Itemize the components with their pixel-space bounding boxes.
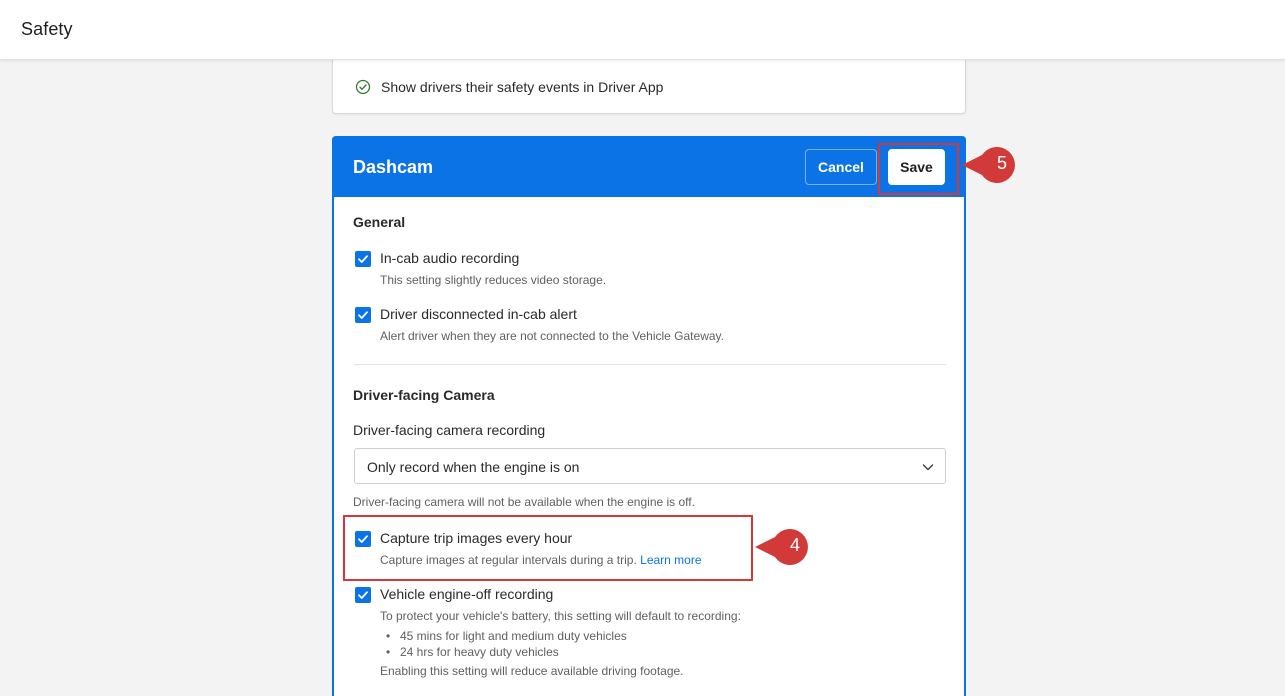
learn-more-link[interactable]: Learn more: [640, 553, 701, 567]
engine-off-footnote: Enabling this setting will reduce availa…: [380, 664, 684, 678]
step-4-number: 4: [789, 535, 800, 555]
engine-off-bullet-list: 45 mins for light and medium duty vehicl…: [380, 628, 627, 660]
step-5-number: 5: [996, 153, 1007, 173]
step-5-marker: 5: [962, 147, 1022, 183]
driver-facing-recording-label: Driver-facing camera recording: [353, 422, 546, 438]
select-value: Only record when the engine is on: [367, 459, 580, 475]
check-circle-icon: [355, 79, 371, 95]
in-cab-audio-checkbox[interactable]: [355, 251, 371, 267]
capture-trip-images-text: Capture images at regular intervals duri…: [380, 553, 637, 567]
driver-facing-help-text: Driver-facing camera will not be availab…: [353, 495, 695, 509]
capture-trip-images-label: Capture trip images every hour: [380, 530, 573, 546]
top-bar: Safety: [0, 0, 1285, 60]
driver-disconnected-description: Alert driver when they are not connected…: [380, 329, 724, 343]
dashcam-card: Dashcam Cancel Save General In-cab audio…: [332, 136, 966, 696]
save-button[interactable]: Save: [888, 149, 945, 185]
checkmark-icon: [358, 255, 368, 263]
general-section-title: General: [353, 214, 406, 230]
checkmark-icon: [358, 311, 368, 319]
dashcam-header: Dashcam Cancel Save: [332, 136, 966, 197]
show-safety-events-row: Show drivers their safety events in Driv…: [355, 79, 663, 95]
driver-disconnected-checkbox[interactable]: [355, 307, 371, 323]
driver-facing-recording-select[interactable]: Only record when the engine is on: [354, 448, 946, 484]
section-divider: [354, 364, 946, 365]
chevron-down-icon: [922, 464, 934, 471]
list-item: 45 mins for light and medium duty vehicl…: [380, 628, 627, 644]
engine-off-recording-description: To protect your vehicle's battery, this …: [380, 609, 741, 623]
dashcam-title: Dashcam: [353, 157, 434, 177]
cancel-button[interactable]: Cancel: [805, 149, 877, 185]
step-4-marker: 4: [755, 529, 815, 565]
capture-trip-images-checkbox[interactable]: [355, 531, 371, 547]
list-item: 24 hrs for heavy duty vehicles: [380, 644, 627, 660]
engine-off-recording-label: Vehicle engine-off recording: [380, 586, 554, 602]
checkmark-icon: [358, 591, 368, 599]
in-cab-audio-label: In-cab audio recording: [380, 250, 520, 266]
page-title: Safety: [21, 19, 73, 39]
driver-disconnected-label: Driver disconnected in-cab alert: [380, 306, 577, 322]
show-safety-events-label: Show drivers their safety events in Driv…: [381, 79, 664, 95]
checkmark-icon: [358, 535, 368, 543]
capture-trip-images-description: Capture images at regular intervals duri…: [380, 553, 702, 567]
engine-off-recording-checkbox[interactable]: [355, 587, 371, 603]
in-cab-audio-description: This setting slightly reduces video stor…: [380, 273, 607, 287]
driver-facing-section-title: Driver-facing Camera: [353, 387, 495, 403]
